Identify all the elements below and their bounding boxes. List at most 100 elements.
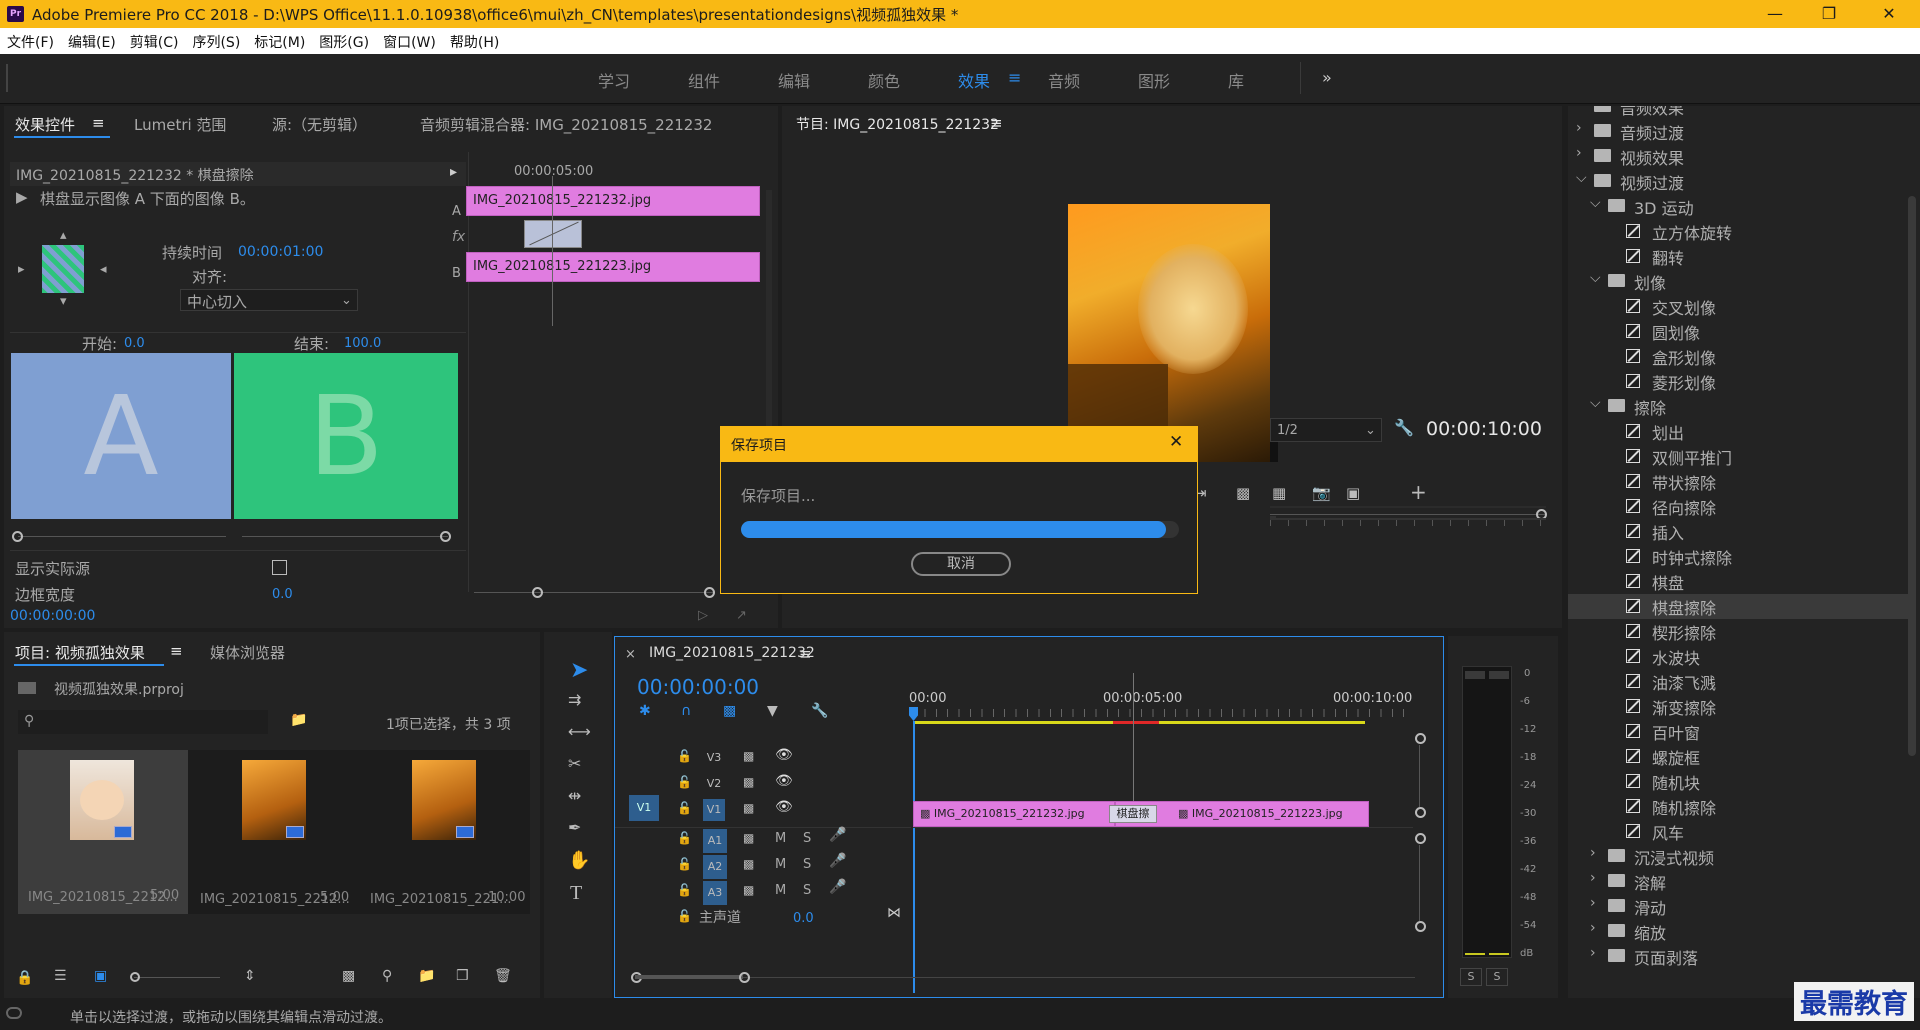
zoom-dropdown[interactable]: 1/2 ⌄ [1270, 418, 1382, 442]
end-value[interactable]: 100.0 [344, 336, 381, 351]
menu-file[interactable]: 文件(F) [0, 28, 61, 52]
effect-item[interactable]: 时钟式擦除 [1568, 544, 1908, 569]
effect-item[interactable]: 翻转 [1568, 244, 1908, 269]
v1-lock-icon[interactable]: 🔓 [677, 801, 692, 815]
arrow-right-icon[interactable]: ◂ [100, 262, 107, 277]
filter-icon[interactable]: ▷ [698, 608, 708, 623]
a1-solo[interactable]: S [803, 831, 811, 846]
v2-lock-icon[interactable]: 🔓 [677, 775, 692, 789]
align-dropdown[interactable]: 中心切入 ⌄ [180, 289, 358, 311]
workspace-effects[interactable]: 效果 [958, 68, 990, 92]
v1-source-patch[interactable]: V1 [629, 795, 659, 821]
sequence-timecode[interactable]: 00:00:00:00 [637, 675, 759, 699]
menu-edit[interactable]: 编辑(E) [61, 28, 123, 52]
nest-toggle-icon[interactable]: ✱ [639, 703, 651, 719]
a2-mute[interactable]: M [775, 857, 786, 872]
effect-item[interactable]: 水波块 [1568, 644, 1908, 669]
snap-icon[interactable]: ∩ [681, 703, 691, 719]
arrow-down-icon[interactable]: ▾ [60, 294, 67, 309]
chevron-right-icon[interactable]: › [1590, 895, 1596, 911]
extract-icon[interactable]: ▦ [1272, 484, 1286, 502]
mini-zoom-handle-left[interactable] [532, 587, 543, 598]
icon-view-icon[interactable]: ▣ [94, 968, 107, 984]
effects-scrollbar[interactable] [1908, 196, 1916, 756]
tab-lumetri-scopes[interactable]: Lumetri 范围 [134, 114, 226, 135]
end-slider[interactable] [242, 536, 448, 537]
minimize-icon[interactable]: — [1752, 0, 1798, 28]
v1-sync-icon[interactable]: ▩ [743, 801, 754, 815]
dialog-close-icon[interactable]: ✕ [1169, 432, 1183, 452]
effect-item[interactable]: 盒形划像 [1568, 344, 1908, 369]
tab-source[interactable]: 源:（无剪辑） [272, 114, 367, 135]
maximize-icon[interactable]: ❐ [1806, 0, 1852, 28]
border-width-value[interactable]: 0.0 [272, 587, 293, 602]
new-item-icon[interactable]: ❒ [456, 968, 469, 984]
mini-zoom-handle-right[interactable] [704, 587, 715, 598]
v1-label[interactable]: V1 [703, 799, 725, 821]
effect-item[interactable]: 随机块 [1568, 769, 1908, 794]
duration-value[interactable]: 00:00:01:00 [238, 244, 323, 260]
effects-folder[interactable]: › 音频效果 [1568, 106, 1908, 119]
playhead-handle[interactable] [909, 707, 918, 721]
project-item-1[interactable]: IMG_20210815_2212... 5:00 [18, 750, 188, 914]
play-arrow-icon[interactable]: ▸ [450, 164, 457, 180]
a2-label[interactable]: A2 [703, 855, 727, 879]
a1-mute[interactable]: M [775, 831, 786, 846]
audio-scroll-track[interactable] [1419, 845, 1420, 921]
v3-lock-icon[interactable]: 🔓 [677, 749, 692, 763]
effect-item[interactable]: 楔形擦除 [1568, 619, 1908, 644]
transition-direction-selector[interactable]: ▴ ▾ ▸ ◂ [14, 228, 114, 309]
a2-solo[interactable]: S [803, 857, 811, 872]
meter-solo-left[interactable]: S [1460, 968, 1482, 986]
effects-folder[interactable]: › 视频效果 [1568, 144, 1908, 169]
effect-item[interactable]: 插入 [1568, 519, 1908, 544]
mini-clip-b[interactable]: IMG_20210815_221223.jpg [466, 252, 760, 282]
chevron-right-icon[interactable]: › [1590, 945, 1596, 961]
effect-item[interactable]: 划出 [1568, 419, 1908, 444]
timeline-transition[interactable]: 棋盘擦 [1109, 805, 1157, 823]
v1-eye-icon[interactable]: 👁 [775, 799, 793, 815]
effect-item[interactable]: 圆划像 [1568, 319, 1908, 344]
effect-item[interactable]: 径向擦除 [1568, 494, 1908, 519]
timeline-settings-icon[interactable]: 🔧 [811, 703, 828, 719]
effect-item[interactable]: 风车 [1568, 819, 1908, 844]
automate-to-sequence-icon[interactable]: ▩ [342, 968, 355, 984]
end-slider-handle[interactable] [440, 531, 451, 542]
panel-menu-icon[interactable]: ≡ [92, 114, 105, 132]
effects-folder[interactable]: › 音频过渡 [1568, 119, 1908, 144]
slip-tool-icon[interactable]: ⇹ [568, 786, 581, 805]
chevron-right-icon[interactable]: › [1576, 106, 1582, 111]
menu-window[interactable]: 窗口(W) [376, 28, 443, 52]
thumbnail-size-slider[interactable] [134, 977, 220, 978]
lift-icon[interactable]: ▩ [1236, 484, 1250, 502]
arrow-left-icon[interactable]: ▸ [18, 262, 25, 277]
effect-item[interactable]: 交叉划像 [1568, 294, 1908, 319]
disclosure-triangle-icon[interactable]: ▶ [16, 188, 28, 206]
comparison-view-icon[interactable]: ▣ [1346, 484, 1360, 502]
show-actual-sources-checkbox[interactable] [272, 560, 287, 575]
a3-solo[interactable]: S [803, 883, 811, 898]
add-marker-icon[interactable]: ▼ [767, 703, 778, 719]
video-scroll-track[interactable] [1419, 745, 1420, 807]
a2-sync-icon[interactable]: ▩ [743, 857, 754, 871]
v2-label[interactable]: V2 [705, 777, 723, 791]
more-workspaces-icon[interactable]: » [1322, 68, 1332, 87]
playhead-line[interactable] [913, 721, 915, 993]
effect-item[interactable]: 带状擦除 [1568, 469, 1908, 494]
program-title[interactable]: 节目: IMG_20210815_221232 [796, 114, 999, 134]
chevron-right-icon[interactable]: › [1590, 920, 1596, 936]
tab-effect-controls[interactable]: 效果控件 [15, 114, 75, 135]
chevron-down-icon[interactable]: ⌵ [1590, 395, 1601, 411]
video-scroll-bottom-handle[interactable] [1415, 807, 1426, 818]
tab-media-browser[interactable]: 媒体浏览器 [210, 642, 285, 663]
effects-folder[interactable]: ⌵ 3D 运动 [1568, 194, 1908, 219]
video-scroll-top-handle[interactable] [1415, 733, 1426, 744]
program-scrubber-track[interactable] [1270, 514, 1546, 515]
effects-folder[interactable]: › 缩放 [1568, 919, 1908, 944]
chevron-right-icon[interactable]: › [1590, 870, 1596, 886]
a3-mic-icon[interactable]: 🎤 [829, 879, 846, 895]
timeline-zoom-right-handle[interactable] [739, 972, 750, 983]
chevron-right-icon[interactable]: › [1576, 120, 1582, 136]
effect-controls-timecode[interactable]: 00:00:00:00 [10, 608, 95, 624]
audio-scroll-top-handle[interactable] [1415, 833, 1426, 844]
